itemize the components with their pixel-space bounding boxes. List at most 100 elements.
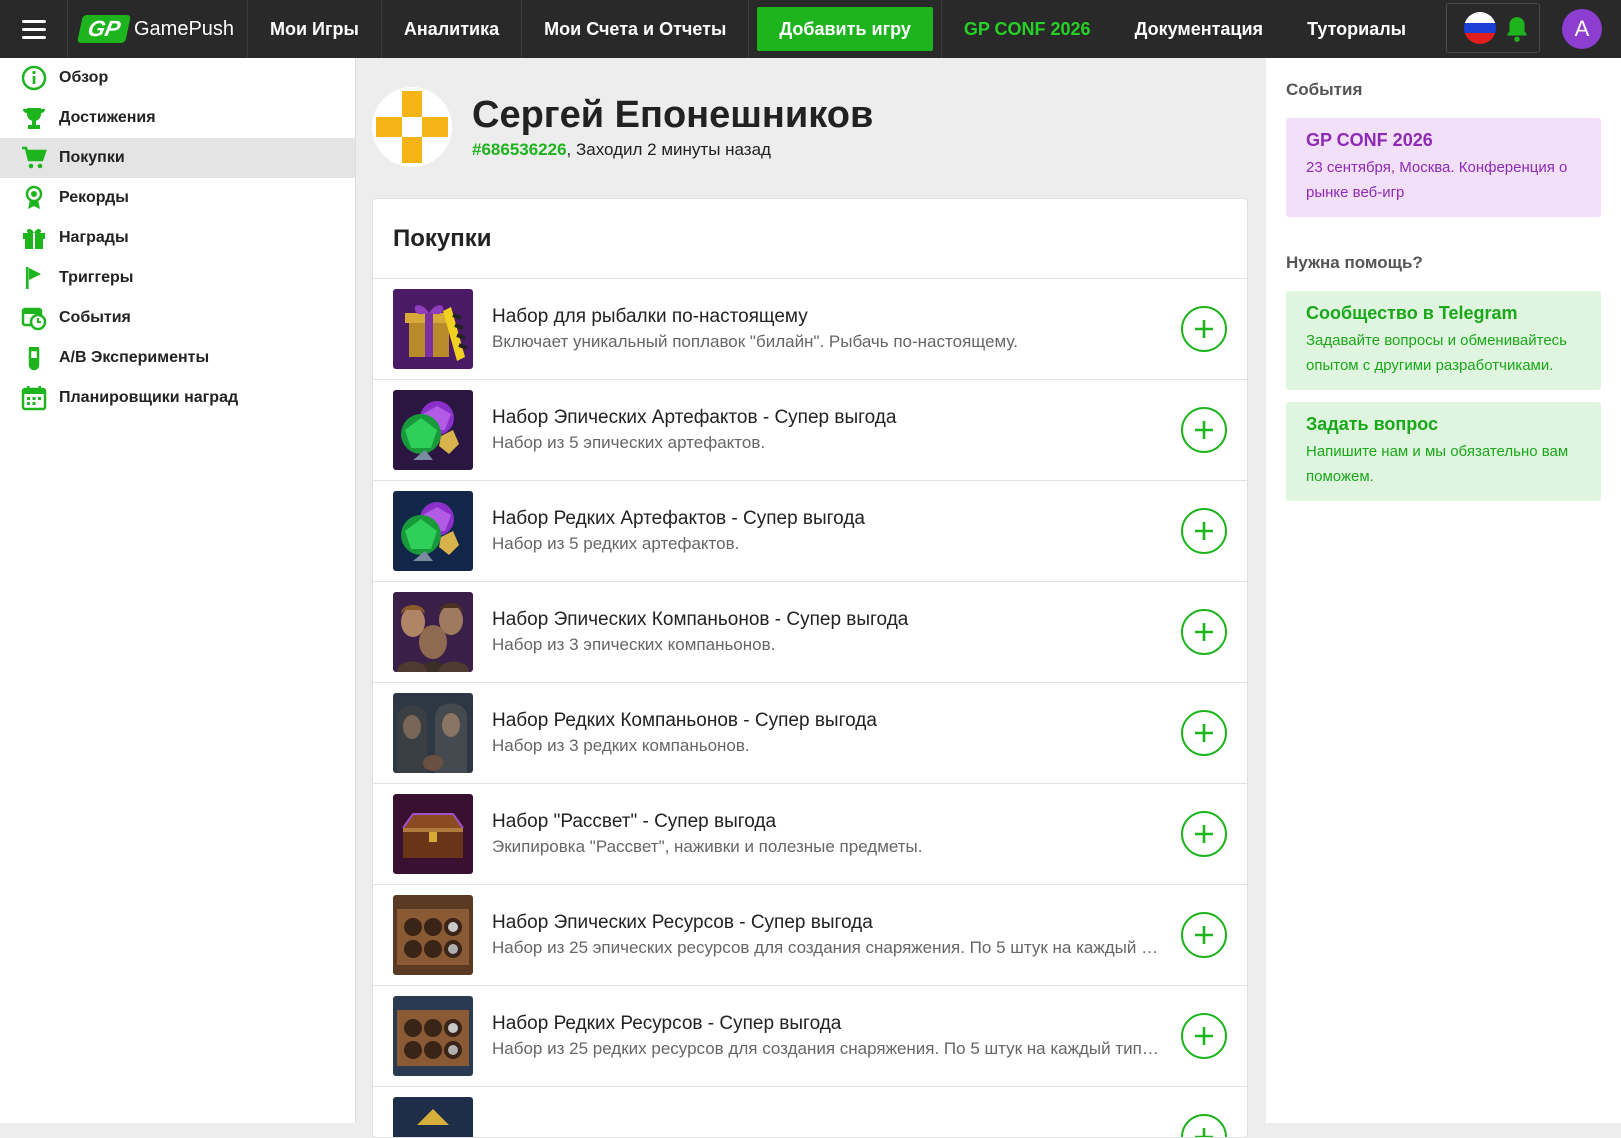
add-purchase-button[interactable]: [1181, 508, 1227, 554]
test-tube-icon: [20, 344, 48, 372]
purchase-row: Набор Эпических Ресурсов - Супер выгода …: [373, 885, 1247, 986]
player-id-link[interactable]: #686536226: [472, 140, 567, 159]
sidebar-item-label: События: [59, 309, 131, 326]
plus-icon: [1195, 623, 1213, 641]
sidebar: Обзор Достижения Покупки Рекорды Награды…: [0, 58, 356, 1123]
flag-icon: [20, 264, 48, 292]
purchase-title: Набор Эпических Ресурсов - Супер выгода: [492, 912, 873, 933]
logo-text: GamePush: [134, 17, 235, 40]
purchase-row: Набор Редких Компаньонов - Супер выгода …: [373, 683, 1247, 784]
sidebar-item-ab-experiments[interactable]: A/B Эксперименты: [0, 338, 355, 378]
add-purchase-button[interactable]: [1181, 811, 1227, 857]
nav-my-games[interactable]: Мои Игры: [248, 0, 382, 58]
sidebar-item-label: Награды: [59, 229, 129, 246]
help-heading: Нужна помощь?: [1286, 253, 1423, 272]
purchase-row: Набор Редких Ресурсов - Супер выгода Наб…: [373, 986, 1247, 1087]
purchase-title: Набор Редких Компаньонов - Супер выгода: [492, 710, 877, 731]
purchase-thumbnail-epic-resources: [393, 895, 473, 975]
purchase-row: [373, 1087, 1247, 1137]
sidebar-item-label: Покупки: [59, 149, 125, 166]
sidebar-item-label: A/B Эксперименты: [59, 349, 210, 366]
add-purchase-button[interactable]: [1181, 710, 1227, 756]
purchases-card: Покупки Набор для рыбалки по-настоящему …: [372, 198, 1248, 1138]
purchase-title: Набор Эпических Артефактов - Супер выгод…: [492, 407, 897, 428]
plus-icon: [1195, 724, 1213, 742]
telegram-community-card[interactable]: Сообщество в Telegram Задавайте вопросы …: [1286, 291, 1601, 390]
nav-tutorials[interactable]: Туториалы: [1285, 0, 1428, 58]
bell-icon[interactable]: [1504, 15, 1530, 43]
medal-icon: [20, 184, 48, 212]
purchase-row: Набор Редких Артефактов - Супер выгода Н…: [373, 481, 1247, 582]
plus-icon: [1195, 421, 1213, 439]
promo-text: 23 сентября, Москва. Конференция о рынке…: [1306, 159, 1568, 201]
purchase-thumbnail-gift: [393, 289, 473, 369]
add-game-container: Добавить игру: [749, 0, 942, 58]
nav-gp-conf[interactable]: GP CONF 2026: [942, 0, 1113, 58]
trophy-icon: [20, 104, 48, 132]
plus-icon: [1195, 320, 1213, 338]
gift-icon: [20, 224, 48, 252]
gamepush-logo[interactable]: GP GamePush: [68, 0, 248, 58]
add-purchase-button[interactable]: [1181, 912, 1227, 958]
purchase-row: Набор Эпических Компаньонов - Супер выго…: [373, 582, 1247, 683]
telegram-title: Сообщество в Telegram: [1306, 303, 1518, 323]
purchase-description: Набор из 3 редких компаньонов.: [492, 736, 750, 755]
events-heading: События: [1286, 80, 1363, 99]
purchase-title: Набор Редких Ресурсов - Супер выгода: [492, 1013, 842, 1034]
russia-flag-icon: [1464, 12, 1497, 44]
sidebar-item-reward-schedulers[interactable]: Планировщики наград: [0, 378, 355, 418]
nav-accounts-reports[interactable]: Мои Счета и Отчеты: [522, 0, 750, 58]
add-purchase-button[interactable]: [1181, 1114, 1227, 1137]
purchase-description: Экипировка "Рассвет", наживки и полезные…: [492, 837, 923, 856]
calendar-icon: [20, 384, 48, 412]
sidebar-item-triggers[interactable]: Триггеры: [0, 258, 355, 298]
user-avatar[interactable]: A: [1562, 9, 1602, 49]
purchase-description: Набор из 25 эпических ресурсов для созда…: [492, 938, 1161, 957]
nav-analytics[interactable]: Аналитика: [382, 0, 523, 58]
purchase-thumbnail-epic-companions: [393, 592, 473, 672]
sidebar-item-events[interactable]: События: [0, 298, 355, 338]
last-seen-text: , Заходил 2 минуты назад: [566, 140, 771, 159]
nav-documentation[interactable]: Документация: [1113, 0, 1285, 58]
purchase-title: Набор Редких Артефактов - Супер выгода: [492, 508, 865, 529]
add-purchase-button[interactable]: [1181, 609, 1227, 655]
purchase-thumbnail-rare-resources: [393, 996, 473, 1076]
cart-icon: [20, 144, 48, 172]
menu-button[interactable]: [0, 0, 68, 58]
purchase-description: Набор из 5 эпических артефактов.: [492, 433, 766, 452]
purchase-thumbnail-partial: [393, 1097, 473, 1137]
purchase-title: Набор для рыбалки по-настоящему: [492, 306, 808, 327]
add-game-button[interactable]: Добавить игру: [757, 7, 933, 51]
plus-icon: [1195, 825, 1213, 843]
purchase-title: Набор Эпических Компаньонов - Супер выго…: [492, 609, 909, 630]
sidebar-item-purchases[interactable]: Покупки: [0, 138, 355, 178]
purchase-description: Включает уникальный поплавок "билайн". Р…: [492, 332, 1018, 351]
gp-logo-icon: GP: [77, 15, 131, 43]
gp-conf-promo-card[interactable]: GP CONF 2026 23 сентября, Москва. Конфер…: [1286, 118, 1601, 217]
sidebar-item-label: Обзор: [59, 69, 109, 86]
ask-text: Напишите нам и мы обязательно вам поможе…: [1306, 443, 1569, 485]
sidebar-item-overview[interactable]: Обзор: [0, 58, 355, 98]
player-avatar: [372, 87, 452, 167]
plus-icon: [1195, 522, 1213, 540]
ask-question-card[interactable]: Задать вопрос Напишите нам и мы обязател…: [1286, 402, 1601, 501]
sidebar-item-achievements[interactable]: Достижения: [0, 98, 355, 138]
sidebar-item-rewards[interactable]: Награды: [0, 218, 355, 258]
right-panel: События GP CONF 2026 23 сентября, Москва…: [1266, 58, 1621, 1123]
top-navigation-bar: GP GamePush Мои Игры Аналитика Мои Счета…: [0, 0, 1621, 58]
add-purchase-button[interactable]: [1181, 306, 1227, 352]
sidebar-item-records[interactable]: Рекорды: [0, 178, 355, 218]
telegram-text: Задавайте вопросы и обменивайтесь опытом…: [1306, 332, 1567, 374]
purchase-description: Набор из 5 редких артефактов.: [492, 534, 740, 553]
sidebar-item-label: Планировщики наград: [59, 389, 239, 406]
sidebar-item-label: Триггеры: [59, 269, 134, 286]
info-icon: [20, 64, 48, 92]
promo-title: GP CONF 2026: [1306, 130, 1433, 150]
plus-icon: [1195, 926, 1213, 944]
plus-icon: [1195, 1027, 1213, 1045]
main-content: Сергей Епонешников #686536226, Заходил 2…: [357, 58, 1265, 1138]
add-purchase-button[interactable]: [1181, 407, 1227, 453]
player-profile-header: Сергей Епонешников #686536226, Заходил 2…: [372, 87, 873, 167]
add-purchase-button[interactable]: [1181, 1013, 1227, 1059]
purchase-thumbnail-rare-artifacts: [393, 491, 473, 571]
